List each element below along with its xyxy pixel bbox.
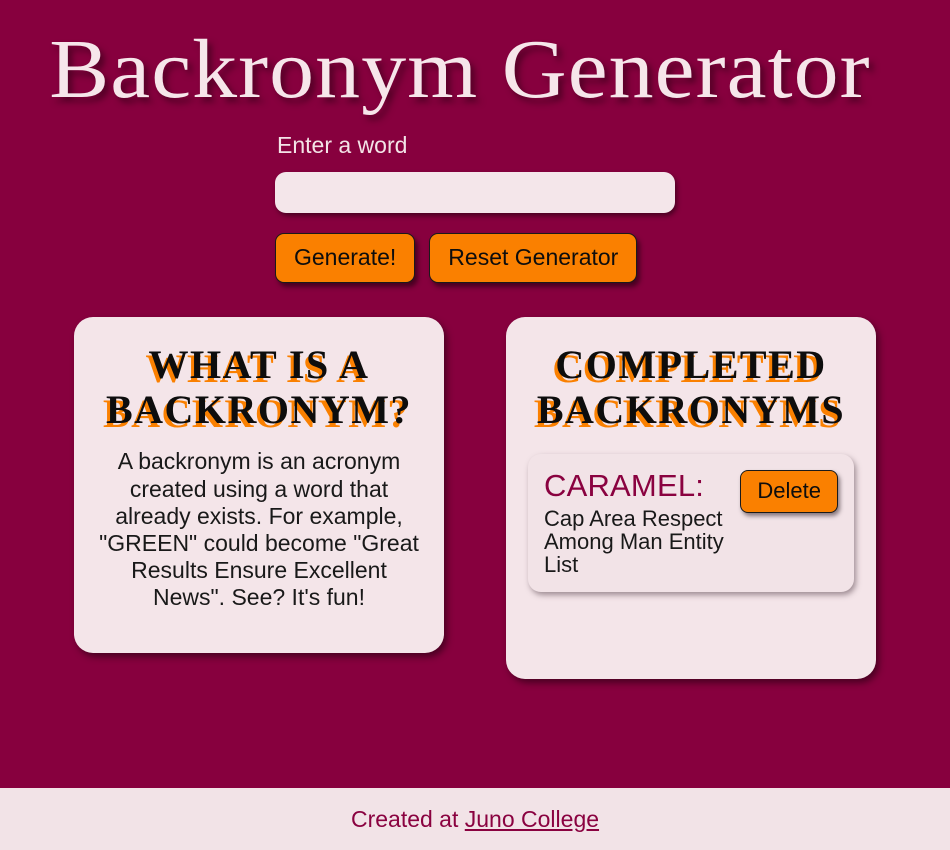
info-card-heading: What is a backronym? <box>105 341 413 432</box>
cards-area: What is a backronym? A backronym is an a… <box>0 316 950 679</box>
app-root: Backronym Generator Enter a word Generat… <box>0 0 950 850</box>
completed-backronyms-card: Completed Backronyms Delete CARAMEL: Cap… <box>506 316 876 679</box>
generate-button[interactable]: Generate! <box>275 232 416 283</box>
site-header: Backronym Generator <box>0 0 950 114</box>
juno-college-link[interactable]: Juno College <box>465 806 599 832</box>
page-title: Backronym Generator <box>49 23 871 116</box>
info-card: What is a backronym? A backronym is an a… <box>74 316 444 653</box>
reset-generator-button[interactable]: Reset Generator <box>429 232 638 283</box>
info-card-body: A backronym is an acronym created using … <box>99 448 419 610</box>
word-input-label: Enter a word <box>277 132 408 159</box>
generator-form: Enter a word Generate! Reset Generator <box>0 132 950 283</box>
backronym-expansion: Cap Area Respect Among Man Entity List <box>544 506 724 578</box>
list-item: Delete CARAMEL: Cap Area Respect Among M… <box>528 454 854 593</box>
completed-backronyms-heading: Completed Backronyms <box>536 341 846 432</box>
footer-prefix: Created at <box>350 805 465 832</box>
site-footer: Created at Juno College <box>0 788 950 850</box>
footer-text: Created at Juno College <box>351 806 599 833</box>
form-button-row: Generate! Reset Generator <box>275 232 950 283</box>
backronym-word: CARAMEL: <box>544 468 705 504</box>
delete-button[interactable]: Delete <box>740 470 838 514</box>
word-input[interactable] <box>275 171 675 213</box>
